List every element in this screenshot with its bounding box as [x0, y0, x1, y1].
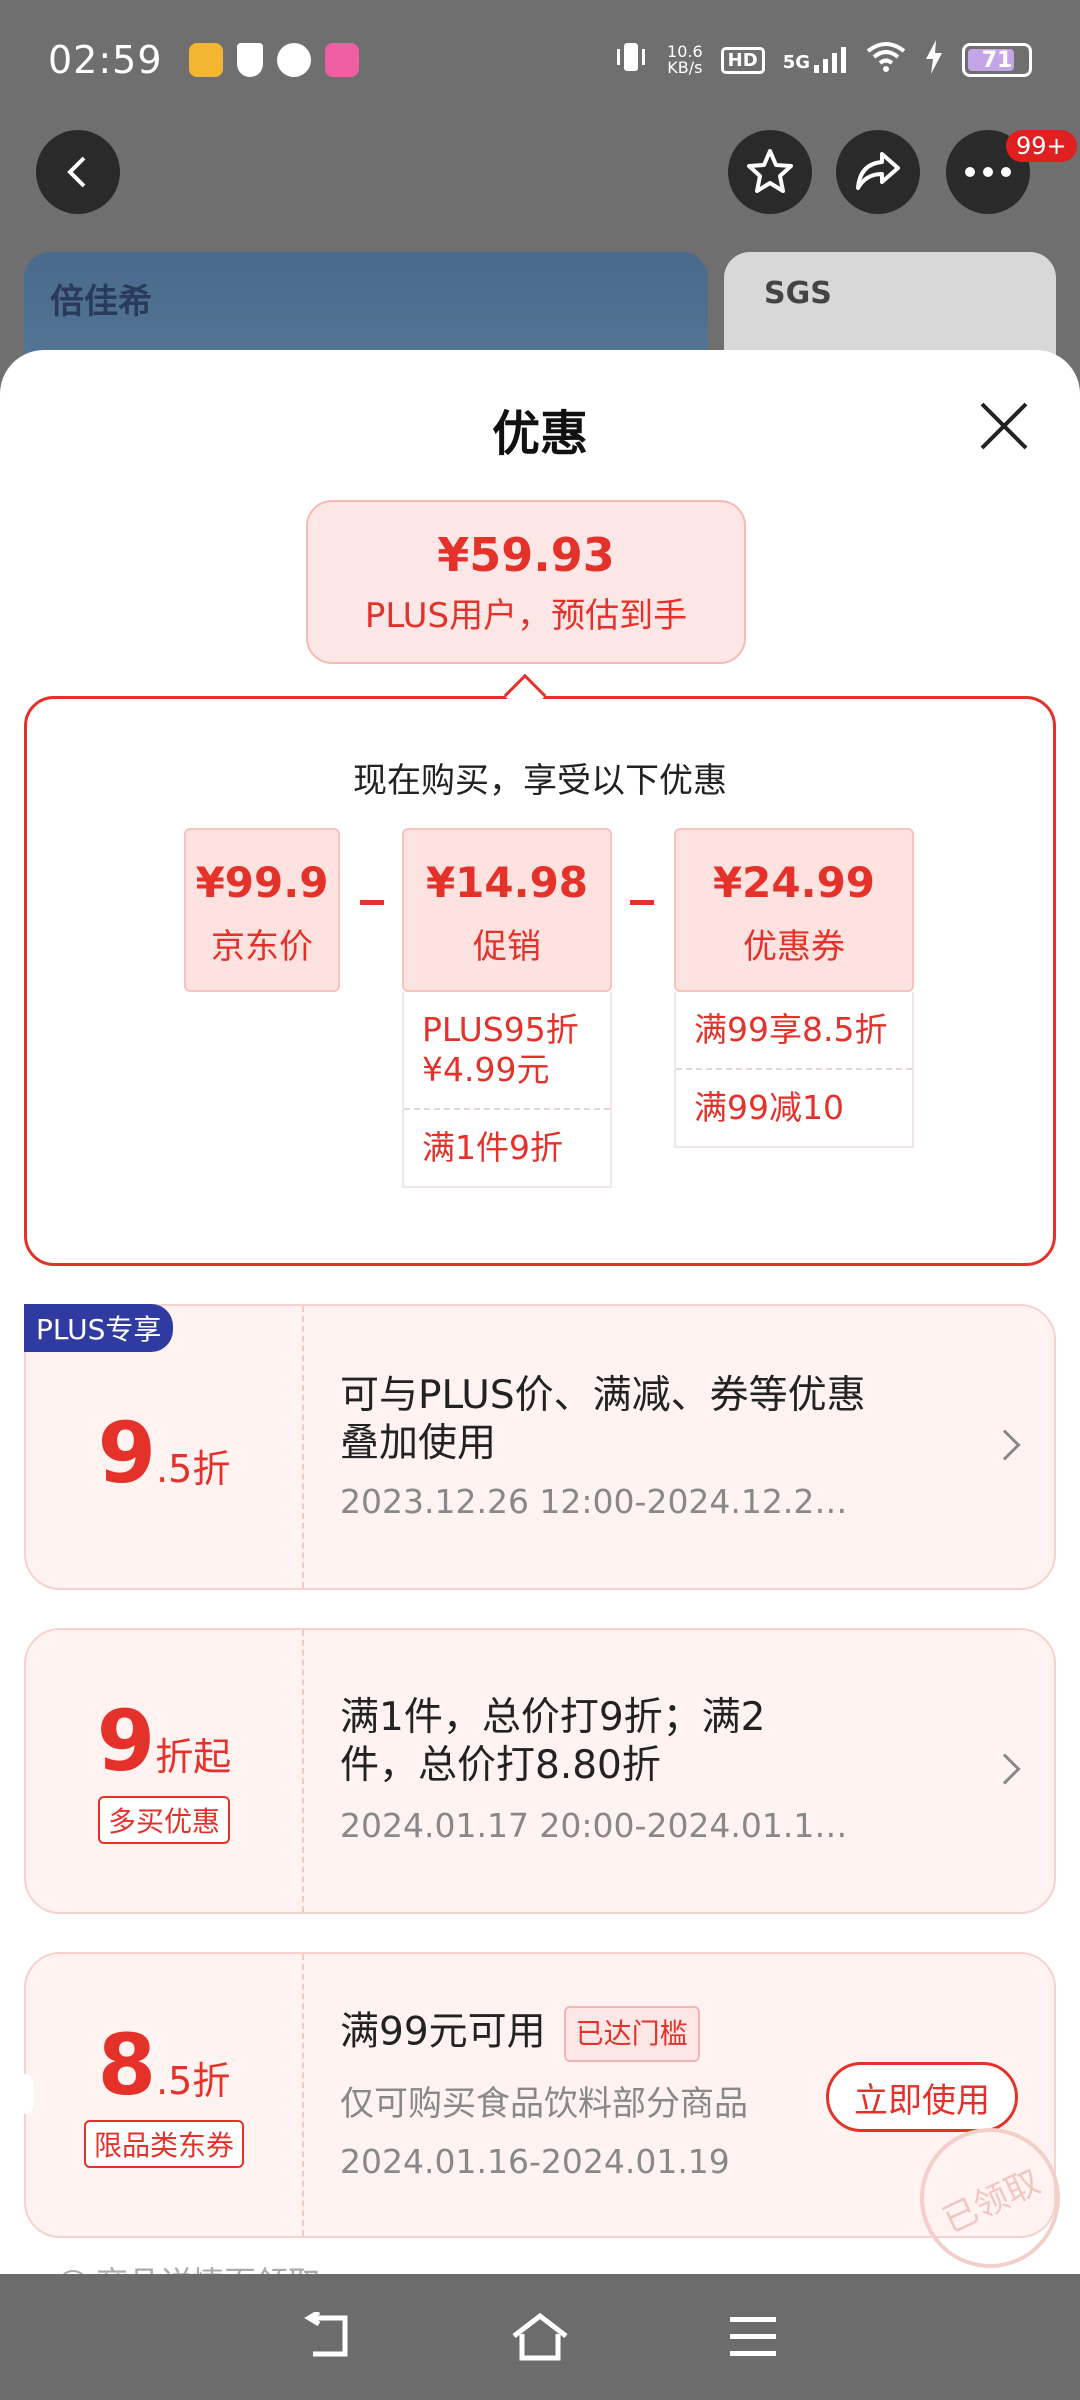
share-button[interactable] [836, 130, 920, 214]
coupon-description: 可与PLUS价、满减、券等优惠叠加使用 [340, 1373, 866, 1466]
status-time: 02:59 [48, 38, 163, 82]
shield-app-icon [236, 43, 263, 77]
estimated-price-label: PLUS用户，预估到手 [364, 596, 688, 636]
promotion-label: 促销 [473, 927, 541, 967]
brand-logo: 倍佳希 [50, 282, 152, 322]
promotion-detail-list: PLUS95折 ¥4.99元 满1件9折 [402, 992, 612, 1188]
qq-app-icon [276, 43, 311, 77]
multi-buy-discount-card[interactable]: 9折起 多买优惠 满1件，总价打9折；满2件，总价打8.80折 2024.01.… [24, 1628, 1056, 1914]
category-coupon-tag: 限品类东券 [83, 2120, 244, 2168]
promotion-pill: ¥14.98 促销 [402, 828, 612, 992]
status-bar: 02:59 10.6 KB/s HD 5G 71 [0, 0, 1080, 120]
back-arrow-icon [303, 2312, 348, 2357]
minus-sign [630, 900, 654, 905]
back-button[interactable] [36, 130, 120, 214]
coupon-detail-list: 满99享8.5折 满99减10 [674, 992, 914, 1148]
coupon-label: 优惠券 [743, 927, 845, 967]
game-app-icon [188, 43, 223, 77]
hd-icon: HD [720, 46, 765, 74]
coupon-title-row: 满99元可用 已达门槛 [340, 2006, 880, 2062]
promotion-detail-item: PLUS95折 ¥4.99元 [422, 1010, 579, 1089]
nav-back-button[interactable] [297, 2307, 357, 2367]
wifi-icon [866, 41, 906, 79]
threshold-reached-badge: 已达门槛 [563, 2006, 700, 2062]
jd-price-value: ¥99.9 [195, 858, 329, 907]
coupon-date: 2023.12.26 12:00-2024.12.2… [340, 1482, 848, 1521]
signal-icon: 5G [783, 47, 848, 73]
coupon-pill: ¥24.99 优惠券 [674, 828, 914, 992]
favorite-button[interactable] [728, 130, 812, 214]
coupon-value: ¥24.99 [712, 858, 876, 907]
estimated-price: ¥59.93 [437, 528, 615, 582]
coupon-detail-item: 满99减10 [676, 1068, 912, 1146]
discount-sheet: 优惠 ¥59.93 PLUS用户，预估到手 现在购买，享受以下优惠 ¥99.9 … [0, 350, 1080, 2274]
category-coupon-card: 8.5折 限品类东券 满99元可用 已达门槛 仅可购买食品饮料部分商品 2024.… [14, 1952, 1080, 2274]
multi-buy-tag: 多买优惠 [97, 1796, 230, 1844]
system-nav-bar [0, 2274, 1080, 2400]
close-icon [980, 402, 1028, 450]
discount-amount: 9折起 多买优惠 [26, 1630, 302, 1912]
coupon-date: 2024.01.16-2024.01.19 [340, 2142, 730, 2181]
nav-menu-button[interactable] [723, 2307, 783, 2367]
coupon-threshold: 满99元可用 [340, 2009, 546, 2055]
estimated-price-box: ¥59.93 PLUS用户，预估到手 [306, 500, 746, 664]
chevron-right-icon [989, 1753, 1021, 1785]
chevron-left-icon [67, 156, 86, 188]
menu-icon [730, 2317, 777, 2356]
promotion-value: ¥14.98 [425, 858, 589, 907]
more-text: 商品详情页领取 [96, 2264, 320, 2274]
coupon-description: 满1件，总价打9折；满2件，总价打8.80折 [340, 1695, 766, 1788]
message-count-badge: 99+ [1006, 130, 1077, 162]
use-now-button[interactable]: 立即使用 [826, 2062, 1018, 2132]
more-row: 商品详情页领取 [58, 2258, 320, 2274]
sgs-logo: SGS [764, 276, 832, 311]
sheet-title: 优惠 [491, 406, 588, 462]
nav-home-button[interactable] [510, 2307, 570, 2367]
coupon-date: 2024.01.17 20:00-2024.01.1… [340, 1806, 848, 1845]
more-dots-icon [965, 167, 1011, 177]
pink-app-icon [324, 43, 359, 77]
net-speed: 10.6 KB/s [667, 42, 703, 77]
plus-discount-card[interactable]: 9.5折 可与PLUS价、满减、券等优惠叠加使用 2023.12.26 12:0… [24, 1304, 1056, 1590]
home-icon [512, 2312, 568, 2361]
jd-price-pill: ¥99.9 京东价 [184, 828, 340, 992]
status-right-icons: 10.6 KB/s HD 5G 71 [613, 40, 1032, 80]
battery-icon: 71 [962, 43, 1032, 77]
share-icon [856, 152, 900, 190]
coupon-scope: 仅可购买食品饮料部分商品 [340, 2084, 748, 2124]
minus-sign [360, 900, 384, 905]
chevron-right-icon [989, 1429, 1021, 1461]
plus-exclusive-badge: PLUS专享 [24, 1304, 174, 1352]
close-button[interactable] [976, 398, 1032, 454]
charging-icon [924, 40, 944, 80]
star-icon [747, 149, 793, 193]
vibrate-icon [613, 40, 649, 80]
promotion-detail-item: 满1件9折 [404, 1108, 610, 1186]
coupon-detail-item: 满99享8.5折 [694, 1010, 888, 1049]
notification-icons [188, 43, 359, 77]
discount-amount: 8.5折 限品类东券 [26, 1954, 302, 2236]
calc-title: 现在购买，享受以下优惠 [353, 761, 727, 801]
jd-price-label: 京东价 [211, 927, 313, 967]
